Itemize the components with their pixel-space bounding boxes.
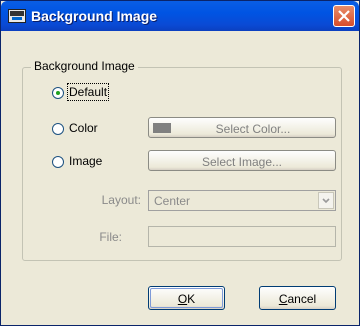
- chevron-down-icon: [322, 198, 330, 204]
- cancel-label-rest: ancel: [287, 292, 317, 306]
- ok-mnemonic: O: [177, 292, 188, 306]
- radio-image-label[interactable]: Image: [69, 154, 102, 168]
- group-legend: Background Image: [31, 59, 138, 73]
- ok-button[interactable]: OK: [148, 286, 225, 310]
- radio-color[interactable]: [52, 123, 64, 135]
- radio-default-label[interactable]: Default: [66, 83, 110, 101]
- cancel-button[interactable]: Cancel: [259, 286, 336, 310]
- color-swatch: [153, 123, 171, 133]
- layout-value: Center: [154, 194, 191, 208]
- window-title: Background Image: [31, 8, 158, 24]
- radio-color-label[interactable]: Color: [69, 121, 98, 135]
- title-bar[interactable]: Background Image: [1, 1, 359, 31]
- dropdown-button[interactable]: [318, 192, 334, 209]
- layout-select[interactable]: Center: [148, 190, 336, 211]
- close-button[interactable]: [333, 5, 355, 27]
- select-color-label: Select Color...: [215, 122, 291, 136]
- radio-image[interactable]: [52, 156, 64, 168]
- close-icon: [338, 10, 350, 22]
- radio-default[interactable]: [52, 87, 64, 99]
- radio-selected-dot: [56, 91, 60, 95]
- select-image-label: Select Image...: [201, 155, 283, 169]
- file-label: File:: [99, 230, 122, 244]
- file-field[interactable]: [148, 226, 336, 247]
- select-color-button[interactable]: Select Color...: [148, 117, 336, 138]
- dme-app-icon: [8, 9, 26, 23]
- dialog-window: Background Image Background Image Defaul…: [0, 0, 360, 326]
- select-image-button[interactable]: Select Image...: [148, 150, 336, 171]
- layout-label: Layout:: [101, 193, 141, 207]
- ok-label-rest: K: [187, 292, 196, 306]
